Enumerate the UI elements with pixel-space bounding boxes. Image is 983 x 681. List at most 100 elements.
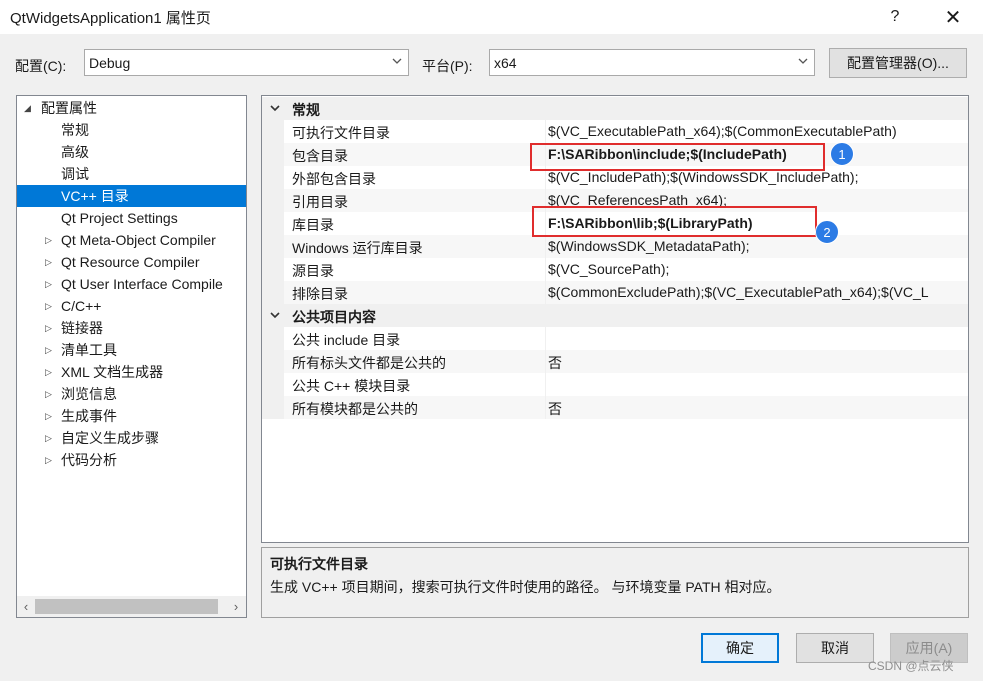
grid-category[interactable]: 常规 [262, 97, 968, 120]
grid-row[interactable]: 排除目录 $(CommonExcludePath);$(VC_Executable… [262, 281, 968, 304]
configuration-manager-button[interactable]: 配置管理器(O)... [829, 48, 967, 78]
tree-item-label: 清单工具 [61, 342, 117, 358]
property-value[interactable]: $(VC_SourcePath); [548, 261, 669, 277]
config-label: 配置(C): [15, 58, 67, 74]
tree-item-label: VC++ 目录 [61, 188, 129, 204]
tree-item-label: 调试 [61, 166, 89, 182]
tree-item-label: XML 文档生成器 [61, 364, 164, 380]
grid-row[interactable]: 所有模块都是公共的 否 [262, 396, 968, 419]
expand-triangle-icon[interactable]: ▷ [45, 317, 52, 339]
grid-gutter [262, 189, 284, 212]
property-value[interactable]: $(VC_ExecutablePath_x64);$(CommonExecuta… [548, 123, 897, 139]
tree-item[interactable]: ▷ 浏览信息 [17, 383, 246, 405]
property-name: 包含目录 [292, 148, 348, 164]
cancel-button[interactable]: 取消 [796, 633, 874, 663]
property-name: 公共 include 目录 [292, 332, 401, 348]
tree-item[interactable]: ▷ Qt Resource Compiler [17, 251, 246, 273]
grid-row[interactable]: Windows 运行库目录 $(WindowsSDK_MetadataPath); [262, 235, 968, 258]
platform-value: x64 [494, 55, 517, 71]
chevron-down-icon[interactable] [269, 102, 281, 114]
property-value[interactable]: 否 [548, 353, 562, 373]
grid-category[interactable]: 公共项目内容 [262, 304, 968, 327]
tree-item-label: 生成事件 [61, 408, 117, 424]
tree-item[interactable]: ▷ 链接器 [17, 317, 246, 339]
tree-item-label: Qt Project Settings [61, 210, 178, 226]
grid-divider [545, 258, 546, 281]
config-dropdown[interactable]: Debug [84, 49, 409, 76]
grid-gutter [262, 166, 284, 189]
property-value[interactable]: $(WindowsSDK_MetadataPath); [548, 238, 750, 254]
tree-item[interactable]: ▷ 清单工具 [17, 339, 246, 361]
description-title: 可执行文件目录 [270, 556, 368, 572]
expand-triangle-icon[interactable]: ▷ [45, 295, 52, 317]
scroll-right-icon[interactable]: › [229, 599, 243, 614]
tree-item[interactable]: 高级 [17, 141, 246, 163]
tree-item-label: C/C++ [61, 298, 102, 314]
scrollbar-thumb[interactable] [35, 599, 218, 614]
tree-item[interactable]: Qt Project Settings [17, 207, 246, 229]
grid-row[interactable]: 公共 C++ 模块目录 [262, 373, 968, 396]
tree-item[interactable]: 常规 [17, 119, 246, 141]
expand-triangle-icon[interactable]: ▷ [45, 273, 52, 295]
chevron-down-icon [798, 58, 808, 64]
tree-item[interactable]: ▷ 自定义生成步骤 [17, 427, 246, 449]
grid-row[interactable]: 源目录 $(VC_SourcePath); [262, 258, 968, 281]
tree-root-configuration-properties[interactable]: ◢ 配置属性 [17, 97, 246, 119]
horizontal-scrollbar[interactable]: ‹ › [17, 596, 246, 617]
tree-item[interactable]: ▷ 代码分析 [17, 449, 246, 471]
grid-gutter [262, 212, 284, 235]
highlight-box-include [530, 143, 825, 171]
grid-divider [545, 373, 546, 396]
watermark: CSDN @点云侠 [868, 659, 954, 673]
expand-triangle-icon[interactable]: ▷ [45, 449, 52, 471]
expand-triangle-icon[interactable]: ▷ [45, 229, 52, 251]
property-name: Windows 运行库目录 [292, 240, 423, 256]
grid-category-title: 公共项目内容 [292, 309, 376, 325]
property-name: 所有模块都是公共的 [292, 401, 418, 417]
config-value: Debug [89, 55, 131, 71]
property-name: 源目录 [292, 263, 334, 279]
grid-divider [545, 281, 546, 304]
expand-triangle-icon[interactable]: ▷ [45, 339, 52, 361]
grid-row[interactable]: 公共 include 目录 [262, 327, 968, 350]
title-bar: QtWidgetsApplication1 属性页 ? ✕ [0, 0, 983, 34]
property-value[interactable]: $(VC_IncludePath);$(WindowsSDK_IncludePa… [548, 169, 859, 185]
tree-item[interactable]: ▷ Qt Meta-Object Compiler [17, 229, 246, 251]
platform-label: 平台(P): [422, 58, 473, 74]
expand-triangle-icon[interactable]: ▷ [45, 251, 52, 273]
annotation-badge-2: 2 [815, 220, 839, 244]
tree-item[interactable]: 调试 [17, 163, 246, 185]
expand-triangle-icon[interactable]: ▷ [45, 427, 52, 449]
grid-gutter [262, 373, 284, 396]
scroll-left-icon[interactable]: ‹ [19, 599, 33, 614]
property-name: 引用目录 [292, 194, 348, 210]
chevron-down-icon[interactable] [269, 309, 281, 321]
tree-item[interactable]: ▷ C/C++ [17, 295, 246, 317]
expand-triangle-icon[interactable]: ▷ [45, 383, 52, 405]
tree-item-label: 自定义生成步骤 [61, 430, 159, 446]
property-value[interactable]: 否 [548, 399, 562, 419]
grid-row[interactable]: 所有标头文件都是公共的 否 [262, 350, 968, 373]
tree-item[interactable]: VC++ 目录 [17, 185, 246, 207]
tree-item[interactable]: ▷ Qt User Interface Compile [17, 273, 246, 295]
tree-item[interactable]: ▷ 生成事件 [17, 405, 246, 427]
grid-row[interactable]: 可执行文件目录 $(VC_ExecutablePath_x64);$(Common… [262, 120, 968, 143]
expand-triangle-icon[interactable]: ▷ [45, 361, 52, 383]
tree-root-label: 配置属性 [41, 100, 97, 116]
chevron-down-icon [392, 58, 402, 64]
property-name: 库目录 [292, 217, 334, 233]
help-button[interactable]: ? [872, 3, 918, 31]
property-value[interactable]: $(CommonExcludePath);$(VC_ExecutablePath… [548, 284, 929, 300]
tree-item-label: 浏览信息 [61, 386, 117, 402]
close-button[interactable]: ✕ [930, 3, 976, 31]
tree-item[interactable]: ▷ XML 文档生成器 [17, 361, 246, 383]
expand-triangle-icon[interactable]: ▷ [45, 405, 52, 427]
property-name: 排除目录 [292, 286, 348, 302]
tree-item-label: 链接器 [61, 320, 103, 336]
platform-dropdown[interactable]: x64 [489, 49, 815, 76]
collapse-triangle-icon[interactable]: ◢ [24, 97, 31, 119]
ok-button[interactable]: 确定 [701, 633, 779, 663]
grid-gutter [262, 143, 284, 166]
property-name: 所有标头文件都是公共的 [292, 355, 446, 371]
description-panel: 可执行文件目录 生成 VC++ 项目期间，搜索可执行文件时使用的路径。 与环境变… [261, 547, 969, 618]
